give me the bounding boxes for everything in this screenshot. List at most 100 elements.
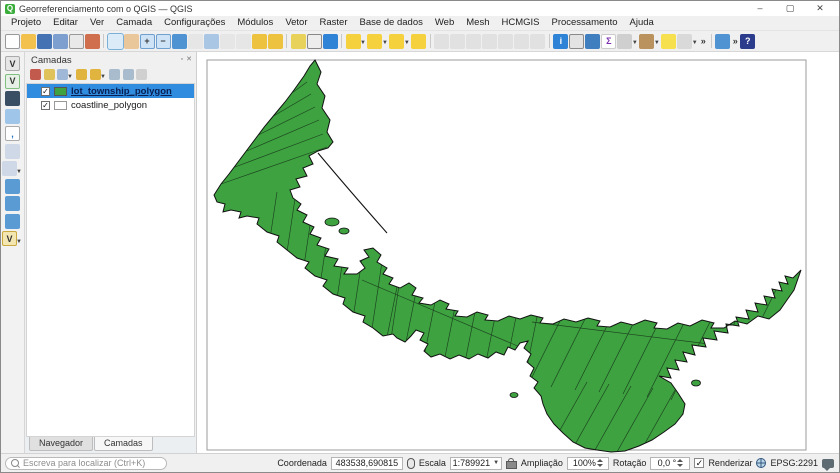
layer-row-lot_township_polygon[interactable]: ✓lot_township_polygon [27,84,194,98]
data-source-manager-icon[interactable]: V [5,56,20,71]
select-by-form-icon[interactable] [367,34,382,49]
menu-web[interactable]: Web [429,16,460,30]
minimize-button[interactable]: – [745,1,775,16]
menu-raster[interactable]: Raster [314,16,354,30]
open-table-dropdown-icon[interactable] [617,34,632,49]
plugins-overflow-icon[interactable]: » [731,36,740,46]
magnifier-spinner-icons[interactable] [597,457,603,470]
refresh-map-icon[interactable] [323,34,338,49]
toggle-editing-icon[interactable] [434,34,449,49]
pan-to-selection-icon[interactable] [124,34,139,49]
identify-features-icon[interactable]: i [553,34,568,49]
layer-row-coastline_polygon[interactable]: ✓coastline_polygon [27,98,194,112]
add-postgis-layer-dropdown-icon[interactable]: ▼ [16,169,22,175]
menu-hcmgis[interactable]: HCMGIS [495,16,545,30]
menu-camada[interactable]: Camada [110,16,158,30]
open-project-icon[interactable] [21,34,36,49]
zoom-in-icon[interactable]: + [140,34,155,49]
layer-visibility-checkbox[interactable]: ✓ [41,101,50,110]
rotation-spinner-icons[interactable] [677,457,683,470]
remove-layer-icon[interactable] [136,69,147,80]
hcmgis-globe-icon[interactable] [715,34,730,49]
menu-ver[interactable]: Ver [84,16,110,30]
zoom-to-selection-icon[interactable] [188,34,203,49]
pan-map-icon[interactable] [108,34,123,49]
add-delimited-text-layer-icon[interactable]: , [5,126,20,141]
cut-features-icon[interactable] [466,34,481,49]
add-mesh-layer-icon[interactable] [5,109,20,124]
add-virtual-layer-icon[interactable]: V [2,231,17,246]
coordinate-extent-toggle-icon[interactable] [407,458,415,469]
add-postgis-layer-icon[interactable] [2,161,17,176]
temporal-controller-icon[interactable] [307,34,322,49]
expand-all-icon[interactable] [109,69,120,80]
statistics-icon[interactable]: Σ [601,34,616,49]
menu-ajuda[interactable]: Ajuda [624,16,660,30]
menu-módulos[interactable]: Módulos [231,16,279,30]
copy-features-icon[interactable] [482,34,497,49]
attribute-table-icon[interactable] [569,34,584,49]
toolbar-overflow-icon[interactable]: » [699,36,708,46]
style-manager-icon[interactable] [85,34,100,49]
menu-projeto[interactable]: Projeto [5,16,47,30]
open-table-dropdown-dropdown-icon[interactable]: ▼ [632,40,638,46]
menu-base-de-dados[interactable]: Base de dados [353,16,428,30]
manage-map-themes-dropdown-icon[interactable]: ▼ [67,74,73,80]
layout-manager-icon[interactable] [69,34,84,49]
crs-globe-icon[interactable] [756,458,766,468]
close-button[interactable]: ✕ [805,1,835,16]
new-map-view-icon[interactable] [291,34,306,49]
deselect-features-dropdown-icon[interactable]: ▼ [404,40,410,46]
panel-float-icon[interactable]: ▫ [181,55,183,65]
zoom-to-layer-icon[interactable] [204,34,219,49]
filter-legend-icon[interactable] [76,69,87,80]
panel-close-icon[interactable]: ✕ [186,55,192,65]
rotation-spinbox[interactable]: 0,0 ° [650,457,690,470]
add-vector-layer-icon[interactable]: V [5,74,20,89]
layer-visibility-checkbox[interactable]: ✓ [41,87,50,96]
panel-tab-camadas[interactable]: Camadas [94,437,153,451]
filter-by-expression-dropdown-icon[interactable]: ▼ [100,74,106,80]
add-raster-layer-icon[interactable] [5,91,20,106]
new-project-icon[interactable] [5,34,20,49]
scale-combobox[interactable]: 1:789921 ▼ [450,457,502,470]
processing-toolbox-icon[interactable] [585,34,600,49]
show-bookmarks-icon[interactable] [268,34,283,49]
render-checkbox[interactable]: ✓ [694,458,704,468]
zoom-out-icon[interactable]: − [156,34,171,49]
measure-dropdown-dropdown-icon[interactable]: ▼ [654,40,660,46]
select-features-icon[interactable] [346,34,361,49]
add-wms-layer-icon[interactable] [5,179,20,194]
new-bookmark-icon[interactable] [252,34,267,49]
zoom-next-icon[interactable] [236,34,251,49]
select-features-dropdown-icon[interactable]: ▼ [360,40,366,46]
add-wfs-layer-icon[interactable] [5,214,20,229]
zoom-full-extent-icon[interactable] [172,34,187,49]
measure-dropdown-icon[interactable] [639,34,654,49]
osm-place-search-dropdown-icon[interactable]: ▼ [692,40,698,46]
undo-icon[interactable] [514,34,529,49]
redo-icon[interactable] [530,34,545,49]
deselect-features-icon[interactable] [389,34,404,49]
save-project-as-icon[interactable] [53,34,68,49]
open-layer-styling-icon[interactable] [30,69,41,80]
magnifier-spinbox[interactable]: 100% [567,457,609,470]
help-icon[interactable]: ? [740,34,755,49]
paste-features-icon[interactable] [498,34,513,49]
panel-tab-navegador[interactable]: Navegador [29,437,93,451]
collapse-all-icon[interactable] [123,69,134,80]
menu-processamento[interactable]: Processamento [545,16,623,30]
messages-icon[interactable] [822,459,834,468]
crs-value[interactable]: EPSG:2291 [770,458,818,468]
menu-vetor[interactable]: Vetor [279,16,313,30]
add-spatialite-layer-icon[interactable] [5,144,20,159]
map-canvas[interactable] [197,52,839,453]
add-virtual-layer-dropdown-icon[interactable]: ▼ [16,239,22,245]
save-edits-icon[interactable] [450,34,465,49]
osm-place-search-icon[interactable] [677,34,692,49]
coordinate-value[interactable]: 483538,690815 [331,457,403,470]
select-by-form-dropdown-icon[interactable]: ▼ [382,40,388,46]
menu-editar[interactable]: Editar [47,16,84,30]
menu-configurações[interactable]: Configurações [158,16,231,30]
map-tips-icon[interactable] [661,34,676,49]
